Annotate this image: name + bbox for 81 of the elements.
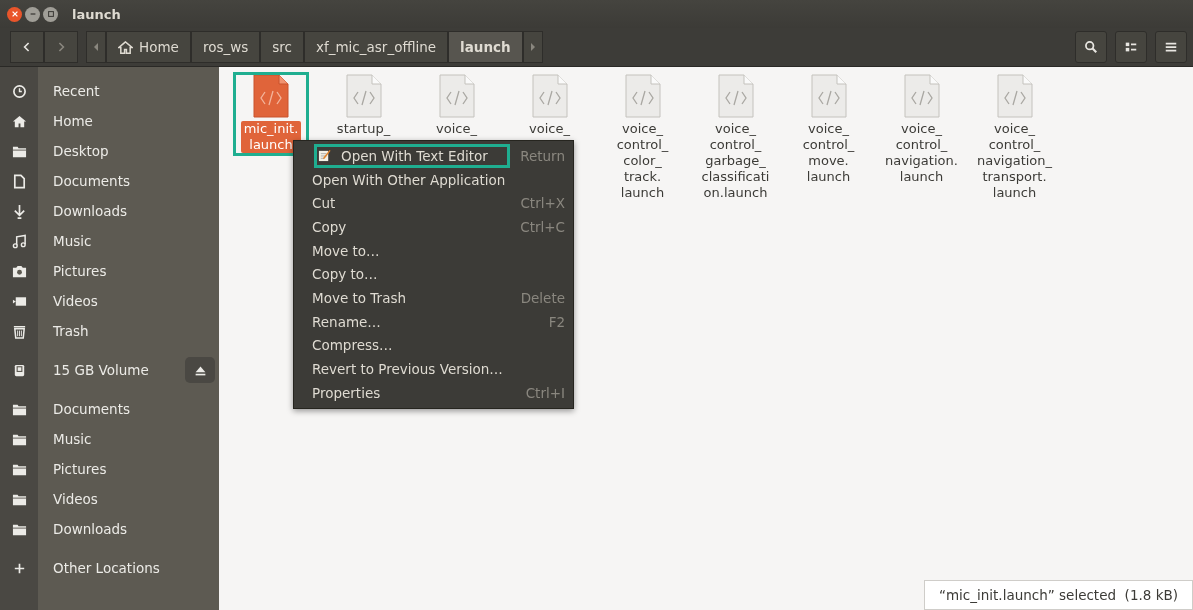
sidebar-item[interactable]: Recent (53, 83, 100, 99)
forward-button[interactable] (44, 31, 78, 63)
view-toggle-button[interactable] (1115, 31, 1147, 63)
menu-item[interactable]: Rename… F2 (294, 309, 573, 334)
path-button[interactable]: xf_mic_asr_offline (303, 31, 449, 63)
menu-button[interactable] (1155, 31, 1187, 63)
menu-item[interactable]: Move to… (294, 238, 573, 263)
file-name: voice_ control_ navigation_ transport. launch (975, 121, 1054, 201)
sidebar-item[interactable]: Pictures (53, 263, 107, 279)
menu-item[interactable]: Properties Ctrl+I (294, 380, 573, 405)
menu-item[interactable]: Open With Other Application (294, 167, 573, 192)
path-button[interactable]: launch (448, 31, 523, 63)
sidebar-item[interactable]: Videos (53, 293, 98, 309)
sidebar-item[interactable]: 15 GB Volume (53, 362, 149, 378)
menu-item[interactable]: Move to Trash Delete (294, 286, 573, 310)
sidebar-item[interactable]: Downloads (53, 521, 128, 537)
code-file-icon[interactable] (624, 74, 661, 118)
file-name: voice_ (435, 121, 478, 137)
menu-item[interactable]: Copy Ctrl+C (294, 215, 573, 239)
file-name: voice_ control_ garbage_ classificati on.launch (700, 121, 771, 201)
sidebar-item[interactable]: Music (53, 431, 92, 447)
path-button[interactable]: ros_ws (190, 31, 261, 63)
minimize-button[interactable] (25, 6, 40, 22)
sidebar-item[interactable]: Home (53, 113, 93, 129)
clock-icon (11, 83, 27, 99)
path-button[interactable]: Home (106, 31, 191, 63)
home-icon (118, 39, 133, 55)
code-file-icon[interactable] (345, 74, 382, 118)
sidebar-item[interactable]: Documents (53, 173, 130, 189)
close-icon (10, 10, 19, 18)
sidebar-item[interactable]: Trash (53, 323, 89, 339)
close-button[interactable] (7, 6, 22, 22)
file-name: mic_init. launch (240, 121, 302, 153)
eject-icon (193, 363, 207, 377)
status-text: “mic_init.launch” selected (1.8 kB) (923, 580, 1193, 610)
sidebar-item[interactable]: Desktop (53, 143, 109, 159)
menu-icon (1164, 40, 1178, 54)
search-icon (1084, 40, 1098, 54)
code-file-icon[interactable] (531, 74, 568, 118)
window-title: launch (72, 6, 121, 22)
document-icon (11, 173, 27, 189)
file-name: voice_ control_ color_ track. launch (615, 121, 670, 201)
menu-item[interactable]: Compress… (294, 333, 573, 358)
sidebar-item[interactable]: Music (53, 233, 92, 249)
scroll-right-button[interactable] (522, 31, 543, 63)
camera-icon (11, 263, 27, 279)
sidebar-item[interactable]: Videos (53, 491, 98, 507)
path-button[interactable]: src (260, 31, 304, 63)
text-editor-icon (318, 149, 331, 163)
triangle-left-icon (93, 42, 99, 52)
file-name: voice_ (528, 121, 571, 137)
menu-item[interactable]: Cut Ctrl+X (294, 191, 573, 216)
chevron-right-icon (57, 41, 65, 53)
menu-item[interactable]: Copy to… (294, 262, 573, 287)
scroll-left-button[interactable] (86, 31, 106, 63)
sidebar-item[interactable]: Pictures (53, 461, 107, 477)
sidebar-item[interactable]: Downloads (53, 203, 128, 219)
code-file-icon[interactable] (438, 74, 475, 118)
file-name: startup_ (335, 121, 392, 137)
code-file-icon[interactable] (996, 74, 1033, 118)
maximize-icon (46, 10, 55, 18)
code-file-icon[interactable] (253, 74, 289, 118)
list-view-icon (1124, 40, 1138, 54)
code-file-icon[interactable] (717, 74, 754, 118)
back-button[interactable] (10, 31, 44, 63)
music-icon (11, 233, 27, 249)
chevron-left-icon (23, 41, 31, 53)
file-name: voice_ control_ move. launch (801, 121, 856, 185)
sidebar-item[interactable]: Documents (53, 401, 130, 417)
minimize-icon (28, 10, 37, 18)
search-button[interactable] (1075, 31, 1107, 63)
sidebar-item[interactable]: Other Locations (53, 560, 160, 576)
file-name: voice_ control_ navigation. launch (884, 121, 959, 185)
maximize-button[interactable] (43, 6, 58, 22)
code-file-icon[interactable] (903, 74, 940, 118)
triangle-right-icon (529, 42, 536, 52)
menu-item[interactable]: Revert to Previous Version… (294, 357, 573, 381)
trash-icon (11, 323, 27, 339)
code-file-icon[interactable] (810, 74, 847, 118)
home-icon (11, 113, 27, 129)
eject-button[interactable] (185, 357, 215, 383)
